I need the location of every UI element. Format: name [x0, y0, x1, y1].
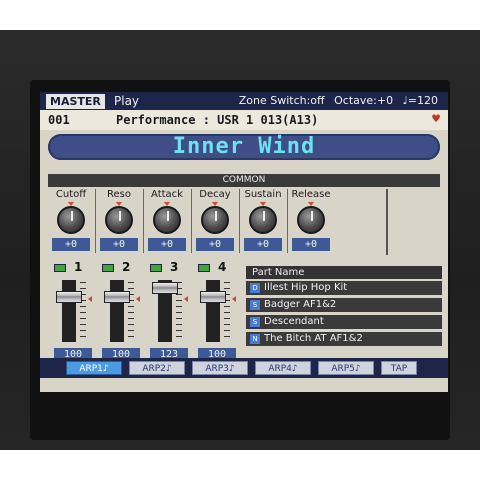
part-led [102, 264, 114, 272]
knob-divider [95, 189, 96, 253]
knob-value: +0 [196, 238, 234, 251]
knob-pointer [311, 211, 313, 221]
knob-divider [287, 189, 288, 253]
part-list-item[interactable]: D Illest Hip Hop Kit [246, 281, 442, 295]
knob-label: Attack [151, 189, 183, 200]
knob-pointer [215, 211, 217, 221]
heart-icon[interactable]: ♥ [432, 110, 440, 130]
part-fader-3[interactable]: 3 123 [148, 260, 192, 372]
fader-track [62, 280, 76, 342]
fader-handle[interactable] [104, 290, 130, 303]
knob-value: +0 [292, 238, 330, 251]
tab-arp2[interactable]: ARP2♪ [129, 361, 185, 375]
performance-label: Performance : USR 1 013(A13) [116, 113, 319, 127]
knob-dial[interactable] [297, 206, 325, 234]
knob-section: Cutoff +0 Reso +0 Attack +0 Decay +0 Sustain +0 Re… [48, 189, 348, 257]
fader-marker [232, 296, 236, 302]
part-led [198, 264, 210, 272]
knob-label: Reso [107, 189, 131, 200]
part-name: Illest Hip Hop Kit [264, 282, 348, 293]
part-fader-2[interactable]: 2 100 [100, 260, 144, 372]
fader-handle[interactable] [152, 281, 178, 294]
common-section-label: COMMON [48, 174, 440, 187]
fader-track [110, 280, 124, 342]
part-list-item[interactable]: S Descendant [246, 315, 442, 329]
part-fader-4[interactable]: 4 100 [196, 260, 240, 372]
fader-marker [184, 296, 188, 302]
knob-pointer [119, 211, 121, 221]
knob-cutoff[interactable]: Cutoff +0 [48, 189, 94, 255]
lcd-screen: MASTER Play Zone Switch:off Octave:+0 ♩=… [40, 92, 448, 392]
part-led [54, 264, 66, 272]
tab-arp1[interactable]: ARP1♪ [66, 361, 122, 375]
knob-divider [239, 189, 240, 253]
section-divider [386, 189, 388, 255]
knob-pointer [167, 211, 169, 221]
fader-marker [136, 296, 140, 302]
fader-marker [88, 296, 92, 302]
part-name: Descendant [264, 316, 324, 327]
fader-handle[interactable] [56, 290, 82, 303]
knob-divider [191, 189, 192, 253]
fader-handle[interactable] [200, 290, 226, 303]
octave-status: Octave:+0 [334, 94, 394, 107]
part-led [150, 264, 162, 272]
part-list-item[interactable]: N The Bitch AT AF1&2 [246, 332, 442, 346]
knob-label: Sustain [244, 189, 282, 200]
part-fader-1[interactable]: 1 100 [52, 260, 96, 372]
photo-top-margin [0, 0, 480, 30]
arp-tab-bar: ARP1♪ ARP2♪ ARP3♪ ARP4♪ ARP5♪ TAP [40, 358, 448, 378]
knob-attack[interactable]: Attack +0 [144, 189, 190, 255]
tab-arp3[interactable]: ARP3♪ [192, 361, 248, 375]
page-title: Play [114, 94, 140, 108]
knob-pointer [71, 211, 73, 221]
knob-value: +0 [148, 238, 186, 251]
knob-dial[interactable] [201, 206, 229, 234]
knob-dial[interactable] [105, 206, 133, 234]
knob-label: Release [291, 189, 331, 200]
knob-value: +0 [100, 238, 138, 251]
knob-dial[interactable] [153, 206, 181, 234]
knob-value: +0 [52, 238, 90, 251]
part-number: 1 [74, 260, 83, 274]
part-number: 3 [170, 260, 179, 274]
knob-label: Cutoff [55, 189, 87, 200]
status-bar: MASTER Play Zone Switch:off Octave:+0 ♩=… [40, 92, 448, 110]
knob-dial[interactable] [249, 206, 277, 234]
mode-tab-master[interactable]: MASTER [46, 94, 105, 109]
part-type-badge: N [250, 334, 260, 344]
part-type-badge: S [250, 317, 260, 327]
knob-dial[interactable] [57, 206, 85, 234]
knob-decay[interactable]: Decay +0 [192, 189, 238, 255]
part-type-badge: D [250, 283, 260, 293]
part-number: 4 [218, 260, 227, 274]
knob-divider [143, 189, 144, 253]
zone-switch-status: Zone Switch:off [238, 94, 325, 107]
knob-value: +0 [244, 238, 282, 251]
part-type-badge: S [250, 300, 260, 310]
performance-header: 001 Performance : USR 1 013(A13) ♥ [40, 110, 448, 130]
part-name-header: Part Name [246, 266, 442, 279]
performance-name[interactable]: Inner Wind [48, 134, 440, 160]
fader-track [206, 280, 220, 342]
tempo-status: ♩=120 [402, 94, 438, 107]
tab-arp5[interactable]: ARP5♪ [318, 361, 374, 375]
knob-reso[interactable]: Reso +0 [96, 189, 142, 255]
tab-tap[interactable]: TAP [381, 361, 417, 375]
performance-number: 001 [48, 113, 70, 127]
knob-sustain[interactable]: Sustain +0 [240, 189, 286, 255]
part-name: Badger AF1&2 [264, 299, 337, 310]
knob-pointer [263, 211, 265, 221]
knob-label: Decay [199, 189, 231, 200]
part-name: The Bitch AT AF1&2 [264, 333, 363, 344]
status-readout: Zone Switch:off Octave:+0 ♩=120 [233, 93, 438, 109]
knob-release[interactable]: Release +0 [288, 189, 334, 255]
photo-bottom-margin [0, 450, 480, 480]
tab-arp4[interactable]: ARP4♪ [255, 361, 311, 375]
part-number: 2 [122, 260, 131, 274]
part-list-item[interactable]: S Badger AF1&2 [246, 298, 442, 312]
